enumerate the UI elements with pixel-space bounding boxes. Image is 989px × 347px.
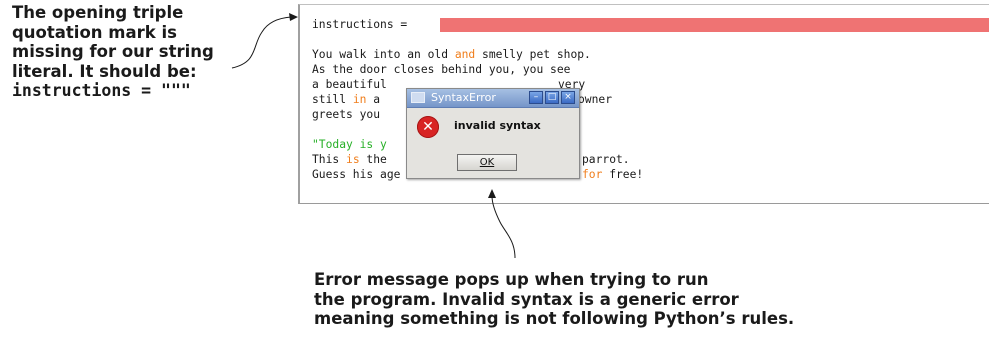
callout-arrow-to-code bbox=[231, 16, 292, 69]
callout-arrow-to-dialog bbox=[491, 195, 516, 259]
annotation-line: meaning something is not following Pytho… bbox=[314, 309, 795, 328]
annotation-line: the program. Invalid syntax is a generic… bbox=[314, 289, 739, 309]
arrowhead bbox=[289, 13, 298, 21]
annotation-line: Error message pops up when trying to run bbox=[314, 270, 709, 289]
error-message-annotation: Error message pops up when trying to run… bbox=[314, 270, 794, 329]
arrowhead bbox=[488, 189, 496, 198]
